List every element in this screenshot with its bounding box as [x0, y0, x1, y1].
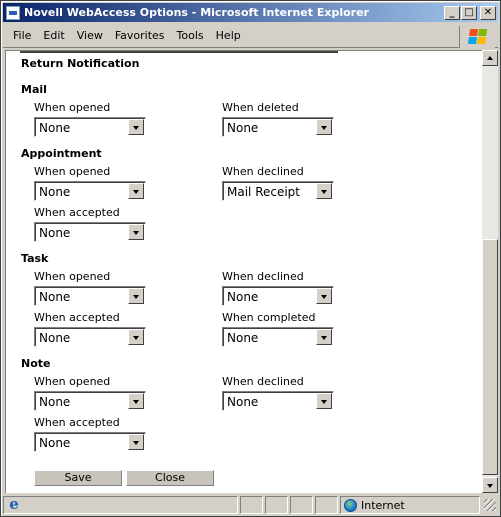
appointment-opened-label: When opened [34, 165, 111, 178]
title-bar[interactable]: Novell WebAccess Options - Microsoft Int… [3, 3, 498, 22]
dropdown-arrow-icon[interactable] [316, 393, 332, 409]
divider [20, 51, 338, 53]
status-pane [315, 496, 338, 514]
status-zone-pane: Internet [340, 496, 480, 514]
appointment-accepted-select[interactable]: None [34, 222, 146, 242]
appointment-accepted-label: When accepted [34, 206, 120, 219]
status-zone-label: Internet [361, 498, 405, 512]
section-mail: Mail [21, 83, 47, 96]
menu-bar: File Edit View Favorites Tools Help [3, 24, 498, 48]
save-button[interactable]: Save [34, 470, 122, 486]
note-opened-label: When opened [34, 375, 111, 388]
page-title: Return Notification [21, 57, 140, 70]
dropdown-arrow-icon[interactable] [128, 119, 144, 135]
scroll-down-icon[interactable] [482, 477, 498, 493]
menu-view[interactable]: View [71, 27, 109, 44]
status-bar: e Internet [3, 495, 498, 515]
dropdown-arrow-icon[interactable] [128, 288, 144, 304]
note-declined-label: When declined [222, 375, 304, 388]
dropdown-arrow-icon[interactable] [316, 183, 332, 199]
scroll-up-icon[interactable] [482, 50, 498, 66]
mail-opened-label: When opened [34, 101, 111, 114]
internet-globe-icon [344, 498, 357, 512]
dropdown-arrow-icon[interactable] [128, 393, 144, 409]
browser-window: Novell WebAccess Options - Microsoft Int… [0, 0, 501, 517]
menu-help[interactable]: Help [210, 27, 247, 44]
task-opened-select[interactable]: None [34, 286, 146, 306]
appointment-declined-label: When declined [222, 165, 304, 178]
status-pane [240, 496, 263, 514]
dropdown-arrow-icon[interactable] [128, 329, 144, 345]
dropdown-arrow-icon[interactable] [316, 288, 332, 304]
app-icon [6, 5, 20, 20]
maximize-button[interactable]: □ [461, 5, 477, 20]
note-opened-select[interactable]: None [34, 391, 146, 411]
status-pane [290, 496, 313, 514]
ie-page-icon: e [9, 495, 19, 513]
mail-deleted-select[interactable]: None [222, 117, 334, 137]
dropdown-arrow-icon[interactable] [128, 224, 144, 240]
close-button[interactable]: Close [126, 470, 214, 486]
section-task: Task [21, 252, 49, 265]
appointment-opened-select[interactable]: None [34, 181, 146, 201]
menu-file[interactable]: File [7, 27, 37, 44]
status-pane [265, 496, 288, 514]
task-accepted-label: When accepted [34, 311, 120, 324]
note-accepted-select[interactable]: None [34, 432, 146, 452]
dropdown-arrow-icon[interactable] [316, 329, 332, 345]
close-window-button[interactable]: ✕ [480, 5, 496, 20]
note-accepted-label: When accepted [34, 416, 120, 429]
status-main-pane: e [3, 496, 238, 514]
task-opened-label: When opened [34, 270, 111, 283]
menu-edit[interactable]: Edit [37, 27, 70, 44]
scroll-thumb[interactable] [482, 239, 498, 475]
section-appointment: Appointment [21, 147, 102, 160]
task-completed-select[interactable]: None [222, 327, 334, 347]
dropdown-arrow-icon[interactable] [316, 119, 332, 135]
dropdown-arrow-icon[interactable] [128, 434, 144, 450]
section-note: Note [21, 357, 51, 370]
task-declined-label: When declined [222, 270, 304, 283]
mail-deleted-label: When deleted [222, 101, 299, 114]
vertical-scrollbar[interactable] [482, 50, 498, 493]
windows-flag-icon [467, 29, 487, 45]
task-declined-select[interactable]: None [222, 286, 334, 306]
note-declined-select[interactable]: None [222, 391, 334, 411]
appointment-declined-select[interactable]: Mail Receipt [222, 181, 334, 201]
menu-favorites[interactable]: Favorites [109, 27, 171, 44]
minimize-button[interactable]: _ [444, 5, 460, 20]
dropdown-arrow-icon[interactable] [128, 183, 144, 199]
resize-grip-icon[interactable] [484, 499, 496, 511]
window-title: Novell WebAccess Options - Microsoft Int… [24, 6, 369, 19]
page-content: Return Notification Mail When opened Non… [5, 50, 482, 493]
windows-logo [459, 26, 495, 48]
task-accepted-select[interactable]: None [34, 327, 146, 347]
menu-tools[interactable]: Tools [171, 27, 210, 44]
mail-opened-select[interactable]: None [34, 117, 146, 137]
task-completed-label: When completed [222, 311, 316, 324]
